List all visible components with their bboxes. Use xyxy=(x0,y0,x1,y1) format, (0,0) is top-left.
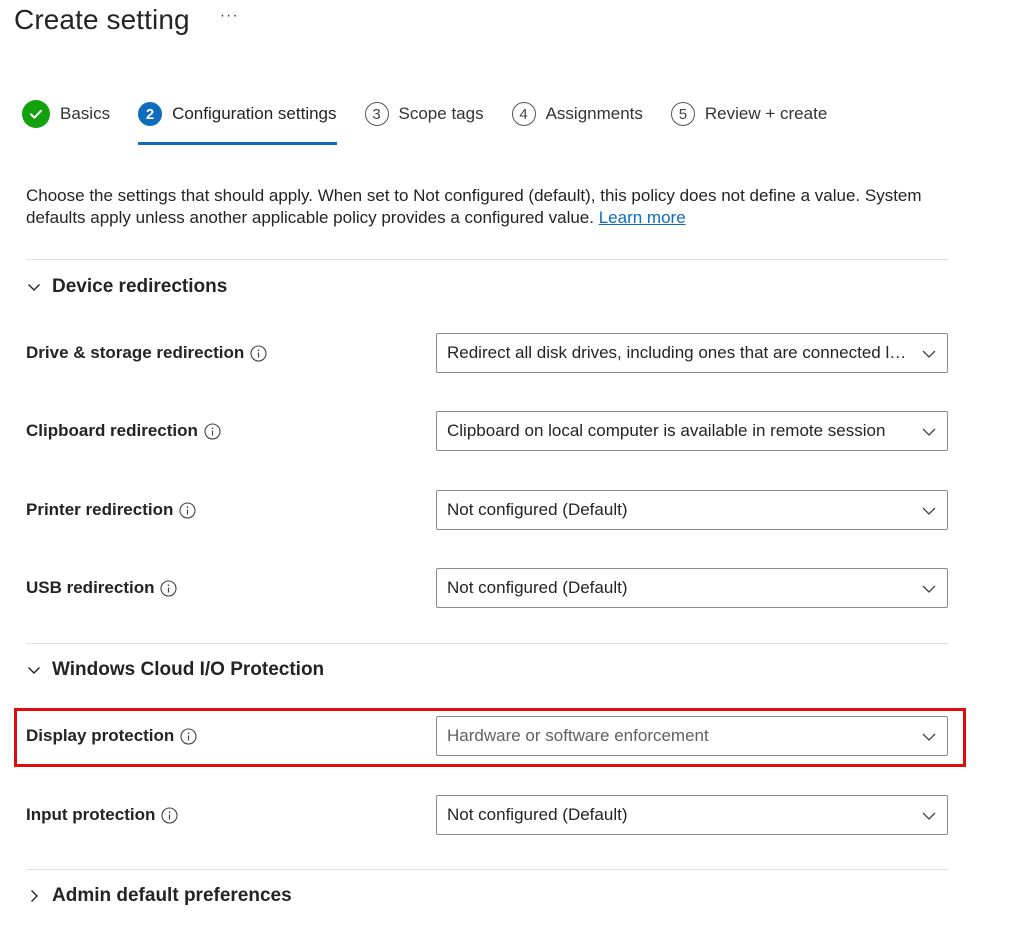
chevron-down-icon xyxy=(921,346,937,362)
info-icon[interactable] xyxy=(160,579,178,597)
setting-row-usb: USB redirection Not configured (Default) xyxy=(26,568,948,608)
printer-redirection-dropdown[interactable]: Not configured (Default) xyxy=(436,490,948,530)
intro-description: Choose the settings that should apply. W… xyxy=(26,186,922,227)
section-title: Windows Cloud I/O Protection xyxy=(52,659,325,680)
setting-label: Clipboard redirection xyxy=(26,421,221,441)
setting-label: USB redirection xyxy=(26,578,178,598)
step-basics[interactable]: Basics xyxy=(22,92,110,136)
chevron-down-icon xyxy=(921,808,937,824)
chevron-down-icon xyxy=(26,279,42,295)
setting-row-input-protection: Input protection Not configured (Default… xyxy=(26,795,948,835)
setting-label-text: USB redirection xyxy=(26,578,155,597)
wizard-steps: Basics 2 Configuration settings 3 Scope … xyxy=(22,92,855,145)
step-number: 5 xyxy=(670,102,695,126)
more-options-button[interactable]: ··· xyxy=(220,7,239,25)
setting-row-display-protection: Display protection Hardware or software … xyxy=(26,716,948,756)
intro-text: Choose the settings that should apply. W… xyxy=(26,185,956,229)
info-icon[interactable] xyxy=(161,806,178,824)
setting-label-text: Printer redirection xyxy=(26,500,174,519)
page-title: Create setting xyxy=(14,4,190,35)
info-icon[interactable] xyxy=(250,344,267,362)
usb-redirection-dropdown[interactable]: Not configured (Default) xyxy=(436,568,948,608)
step-label: Assignments xyxy=(545,104,643,123)
setting-label: Input protection xyxy=(26,805,178,825)
chevron-down-icon xyxy=(921,503,937,519)
setting-row-clipboard: Clipboard redirection Clipboard on local… xyxy=(26,411,948,451)
step-label: Basics xyxy=(60,104,111,123)
step-review-create[interactable]: 5 Review + create xyxy=(670,92,828,136)
divider xyxy=(26,259,948,260)
setting-label: Drive & storage redirection xyxy=(26,343,267,363)
checkmark-icon xyxy=(22,100,50,128)
display-protection-dropdown[interactable]: Hardware or software enforcement xyxy=(436,716,948,756)
divider xyxy=(26,643,948,644)
dropdown-value: Hardware or software enforcement xyxy=(447,726,709,745)
chevron-right-icon xyxy=(26,888,42,904)
setting-label-text: Clipboard redirection xyxy=(26,421,198,440)
divider xyxy=(26,869,948,870)
step-label: Scope tags xyxy=(398,104,484,123)
step-label: Configuration settings xyxy=(172,104,337,123)
dropdown-value: Not configured (Default) xyxy=(447,578,628,597)
setting-row-printer: Printer redirection Not configured (Defa… xyxy=(26,490,948,530)
setting-row-drive-storage: Drive & storage redirection Redirect all… xyxy=(26,333,948,373)
clipboard-redirection-dropdown[interactable]: Clipboard on local computer is available… xyxy=(436,411,948,451)
dropdown-value: Not configured (Default) xyxy=(447,500,628,519)
setting-label-text: Drive & storage redirection xyxy=(26,343,245,362)
step-number: 3 xyxy=(364,102,389,126)
section-admin-default-preferences[interactable]: Admin default preferences xyxy=(26,885,292,907)
dropdown-value: Clipboard on local computer is available… xyxy=(447,421,886,440)
step-scope-tags[interactable]: 3 Scope tags xyxy=(364,92,484,136)
setting-label-text: Input protection xyxy=(26,805,156,824)
chevron-down-icon xyxy=(26,662,42,678)
page-header: Create setting ··· xyxy=(14,0,239,40)
setting-label: Printer redirection xyxy=(26,500,196,520)
chevron-down-icon xyxy=(921,581,937,597)
dropdown-value: Not configured (Default) xyxy=(447,805,628,824)
learn-more-link[interactable]: Learn more xyxy=(599,208,686,227)
setting-label-text: Display protection xyxy=(26,726,175,745)
input-protection-dropdown[interactable]: Not configured (Default) xyxy=(436,795,948,835)
chevron-down-icon xyxy=(921,424,937,440)
info-icon[interactable] xyxy=(180,727,197,745)
dropdown-value: Redirect all disk drives, including ones… xyxy=(447,343,911,362)
section-title: Device redirections xyxy=(52,276,228,297)
drive-storage-redirection-dropdown[interactable]: Redirect all disk drives, including ones… xyxy=(436,333,948,373)
section-device-redirections[interactable]: Device redirections xyxy=(26,276,227,298)
step-label: Review + create xyxy=(704,104,828,123)
info-icon[interactable] xyxy=(179,501,196,519)
step-number: 4 xyxy=(511,102,536,126)
setting-label: Display protection xyxy=(26,726,197,746)
step-number: 2 xyxy=(138,102,163,126)
section-title: Admin default preferences xyxy=(52,885,292,906)
section-cloud-io-protection[interactable]: Windows Cloud I/O Protection xyxy=(26,659,324,681)
step-configuration-settings[interactable]: 2 Configuration settings xyxy=(138,92,337,145)
chevron-down-icon xyxy=(921,729,937,745)
step-assignments[interactable]: 4 Assignments xyxy=(511,92,643,136)
info-icon[interactable] xyxy=(204,422,221,440)
